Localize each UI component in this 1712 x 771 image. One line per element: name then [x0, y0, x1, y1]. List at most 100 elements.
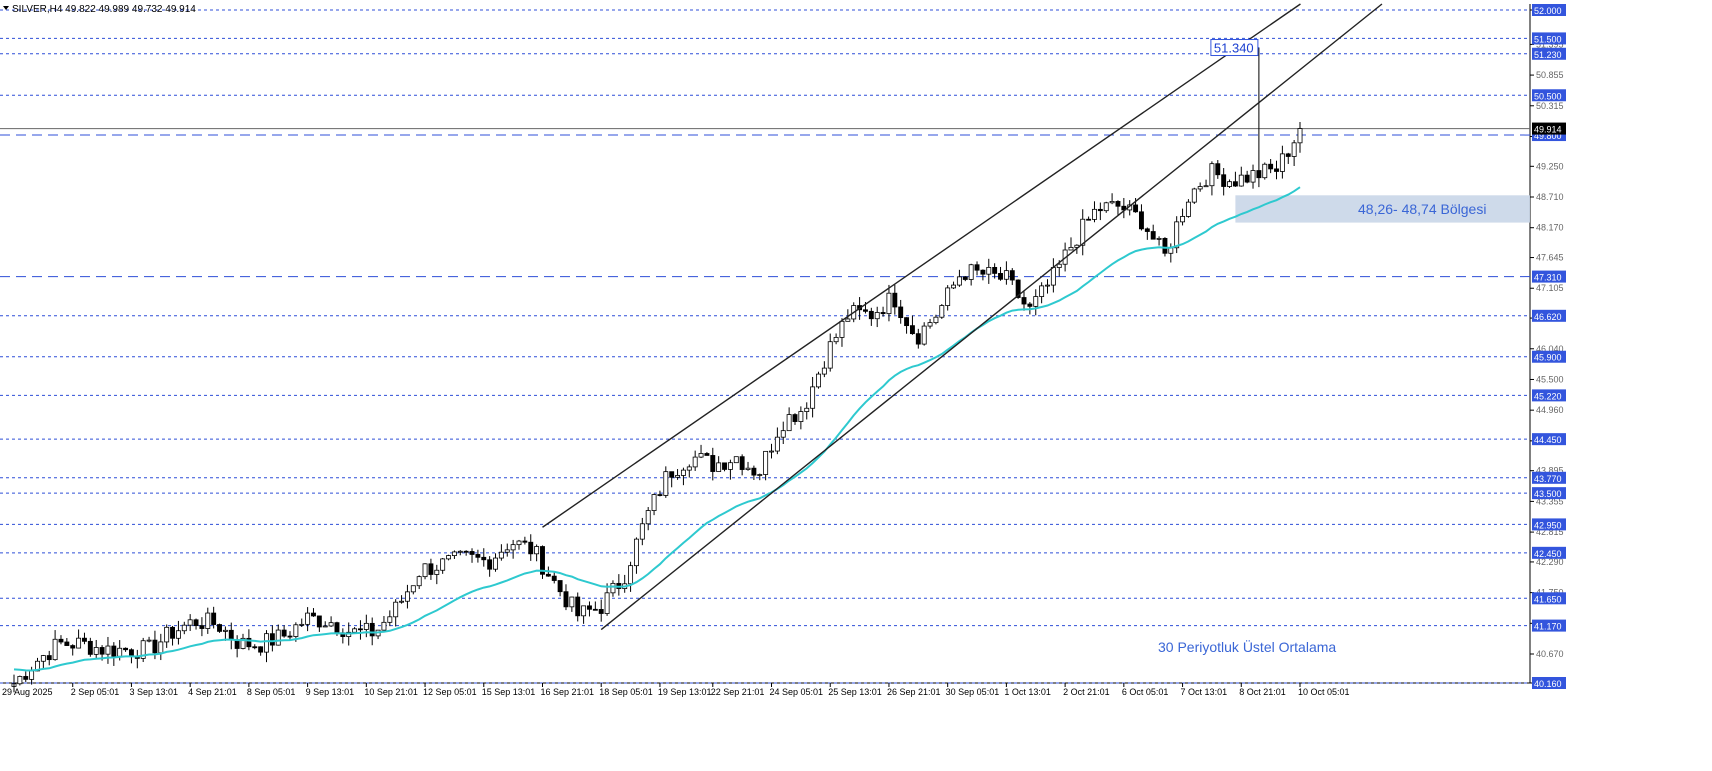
x-tick-label: 9 Sep 13:01 [306, 687, 355, 697]
candle-body [76, 637, 82, 649]
candle-body [311, 612, 316, 617]
candle-body [457, 550, 463, 553]
level-price-label: 41.170 [1534, 622, 1562, 632]
candle-body [446, 555, 451, 560]
candle-body [293, 624, 299, 637]
candle-body [422, 563, 428, 578]
candle-body [287, 635, 293, 638]
candle-body [956, 276, 962, 286]
candle-body [99, 647, 105, 655]
x-tick-label: 2 Oct 21:01 [1063, 687, 1110, 697]
level-price-label: 51.500 [1534, 34, 1562, 44]
x-tick-label: 10 Oct 05:01 [1298, 687, 1350, 697]
candle-body [416, 576, 422, 587]
candle-body [1033, 296, 1039, 307]
candle-body [598, 609, 604, 614]
x-tick-label: 24 Sep 05:01 [770, 687, 824, 697]
candle-body [839, 320, 845, 338]
x-tick-label: 16 Sep 21:01 [540, 687, 594, 697]
candle-body [774, 436, 780, 452]
candle-body [1244, 174, 1250, 183]
candle-body [716, 462, 722, 472]
candle-body [1027, 303, 1033, 307]
candle-body [52, 638, 58, 661]
candle-body [569, 596, 575, 608]
candle-body [933, 316, 939, 324]
candle-body [1092, 208, 1097, 220]
candle-body [187, 619, 193, 626]
candle-body [170, 626, 176, 639]
candle-body [29, 670, 35, 680]
candle-body [1215, 163, 1221, 176]
level-price-label: 42.950 [1534, 520, 1562, 530]
candle-body [264, 633, 269, 653]
candle-body [217, 624, 222, 632]
candle-body [763, 450, 769, 475]
candle-body [387, 616, 393, 623]
y-tick-label: 40.670 [1536, 649, 1564, 659]
candle-body [986, 266, 992, 275]
candle-body [199, 625, 205, 629]
candle-body [434, 569, 440, 575]
candle-body [892, 292, 898, 308]
candle-body [399, 600, 405, 603]
candle-body [123, 647, 129, 651]
candle-body [675, 475, 681, 478]
candle-body [1238, 174, 1244, 187]
candle-body [769, 450, 774, 453]
candle-body [252, 646, 258, 649]
candle-body [745, 467, 751, 470]
candle-body [152, 639, 158, 654]
candle-body [1103, 202, 1109, 212]
candle-body [481, 556, 487, 561]
candle-body [610, 582, 616, 594]
candle-body [70, 645, 76, 649]
candle-body [927, 322, 933, 327]
candle-body [222, 629, 228, 632]
candle-body [393, 601, 399, 618]
y-tick-label: 45.500 [1536, 374, 1564, 384]
candle-body [951, 284, 956, 289]
x-tick-label: 8 Sep 05:01 [247, 687, 296, 697]
price-chart: 48,26- 48,74 Bölgesi 51.340 30 Periyotluk… [0, 0, 1712, 766]
candle-body [40, 655, 46, 662]
candle-body [1156, 237, 1162, 240]
candle-body [64, 641, 70, 646]
candle-body [727, 462, 733, 470]
level-price-label: 46.620 [1534, 312, 1562, 322]
candle-body [1232, 181, 1238, 187]
candle-body [117, 647, 123, 657]
candle-body [1197, 186, 1203, 190]
candle-body [921, 325, 927, 345]
candle-body [1174, 221, 1180, 249]
candle-body [82, 637, 87, 642]
candle-body [1191, 188, 1197, 203]
candle-body [1274, 168, 1279, 172]
candle-body [228, 629, 234, 641]
candle-body [46, 655, 52, 661]
candle-body [1256, 170, 1262, 179]
candle-body [1250, 170, 1256, 183]
candle-body [1150, 231, 1156, 240]
candle-body [669, 471, 675, 478]
candle-body [992, 266, 998, 274]
candle-body [1262, 163, 1268, 179]
candle-body [322, 625, 328, 628]
candle-body [739, 456, 745, 470]
candle-body [1203, 185, 1209, 188]
candle-body [193, 619, 199, 626]
candle-body [316, 615, 322, 628]
candle-body [1162, 237, 1168, 254]
candle-body [874, 312, 880, 320]
candle-body [1115, 201, 1121, 207]
level-price-label: 45.900 [1534, 353, 1562, 363]
candle-body [1109, 201, 1115, 204]
candle-body [581, 605, 587, 617]
candle-body [440, 558, 446, 571]
candle-body [845, 318, 851, 322]
level-price-label: 40.160 [1534, 679, 1562, 689]
candle-body [1285, 153, 1291, 157]
candle-body [1097, 208, 1103, 212]
level-price-label: 43.500 [1534, 489, 1562, 499]
x-tick-label: 15 Sep 13:01 [482, 687, 536, 697]
